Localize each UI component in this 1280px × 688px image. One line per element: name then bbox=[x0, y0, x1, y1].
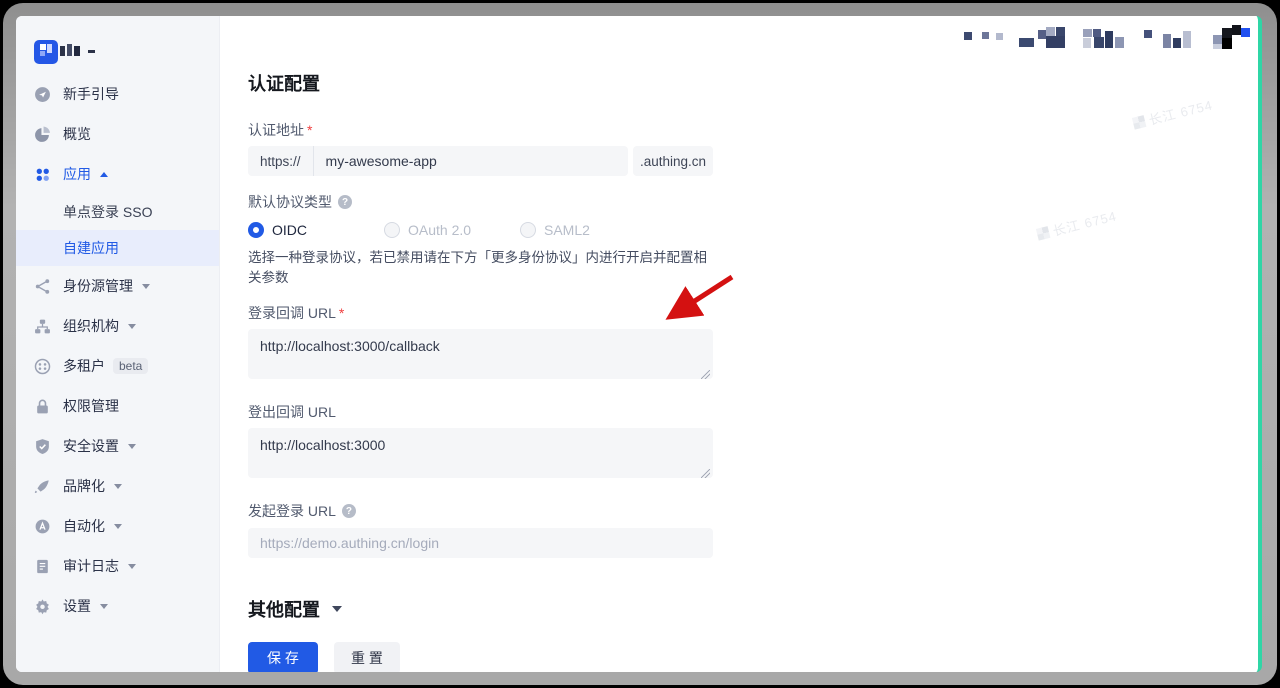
logout-callback-field: http://localhost:3000 bbox=[248, 428, 713, 483]
chevron-down-icon bbox=[128, 444, 136, 449]
sidebar-item-security[interactable]: 安全设置 bbox=[16, 426, 219, 466]
sidebar: 新手引导概览应用单点登录 SSO 自建应用身份源管理组织机构多租户 beta 权限管理… bbox=[16, 16, 220, 672]
radio-label: OAuth 2.0 bbox=[408, 222, 471, 238]
required-asterisk: * bbox=[307, 122, 312, 138]
sidebar-item-self-built-app[interactable]: 自建应用 bbox=[16, 230, 219, 266]
sidebar-item-label: 身份源管理 bbox=[63, 276, 133, 296]
sidebar-item-multi-tenant[interactable]: 多租户 beta bbox=[16, 346, 219, 386]
sidebar-item-settings[interactable]: 设置 bbox=[16, 586, 219, 626]
window-content: 新手引导概览应用单点登录 SSO 自建应用身份源管理组织机构多租户 beta 权限管理… bbox=[16, 16, 1262, 672]
sidebar-item-label: 单点登录 SSO bbox=[63, 202, 152, 222]
reset-button[interactable]: 重 置 bbox=[334, 642, 400, 672]
initiate-login-label: 发起登录 URL ? bbox=[248, 501, 713, 521]
chevron-down-icon bbox=[114, 484, 122, 489]
help-icon[interactable]: ? bbox=[342, 504, 356, 518]
auth-url-input[interactable] bbox=[314, 146, 628, 176]
auth-url-field: https:// .authing.cn bbox=[248, 146, 713, 176]
save-button[interactable]: 保 存 bbox=[248, 642, 318, 672]
logout-callback-textarea[interactable]: http://localhost:3000 bbox=[248, 428, 713, 478]
sidebar-item-label: 自动化 bbox=[63, 516, 105, 536]
share-icon bbox=[34, 278, 51, 295]
radio-oidc[interactable]: OIDC bbox=[248, 222, 384, 238]
login-callback-textarea[interactable]: http://localhost:3000/callback bbox=[248, 329, 713, 379]
sidebar-item-branding[interactable]: 品牌化 bbox=[16, 466, 219, 506]
resize-handle[interactable] bbox=[701, 469, 710, 478]
app-logo-icon bbox=[34, 40, 58, 64]
chevron-down-icon bbox=[114, 524, 122, 529]
paper-plane-icon bbox=[34, 86, 51, 103]
sidebar-item-automation[interactable]: 自动化 bbox=[16, 506, 219, 546]
sidebar-item-label: 权限管理 bbox=[63, 396, 119, 416]
audit-log-icon bbox=[34, 558, 51, 575]
chevron-down-icon bbox=[128, 324, 136, 329]
sidebar-item-label: 多租户 bbox=[63, 356, 105, 376]
auth-url-prefix: https:// bbox=[248, 146, 314, 176]
protocol-hint: 选择一种登录协议，若已禁用请在下方「更多身份协议」内进行开启并配置相关参数 bbox=[248, 246, 713, 286]
required-asterisk: * bbox=[339, 305, 344, 321]
sidebar-item-label: 自建应用 bbox=[63, 238, 119, 258]
radio-label: OIDC bbox=[272, 222, 307, 238]
sidebar-menu: 新手引导概览应用单点登录 SSO 自建应用身份源管理组织机构多租户 beta 权限管理… bbox=[16, 74, 219, 626]
shield-icon bbox=[34, 438, 51, 455]
auth-config-title-text: 认证配置 bbox=[248, 70, 320, 96]
pie-chart-icon bbox=[34, 126, 51, 143]
chevron-down-icon bbox=[100, 604, 108, 609]
radio-label: SAML2 bbox=[544, 222, 590, 238]
login-callback-label: 登录回调 URL* bbox=[248, 303, 713, 323]
other-config-title[interactable]: 其他配置 bbox=[248, 596, 713, 622]
sidebar-item-guide[interactable]: 新手引导 bbox=[16, 74, 219, 114]
brush-icon bbox=[34, 478, 51, 495]
sidebar-item-label: 品牌化 bbox=[63, 476, 105, 496]
chevron-down-icon bbox=[128, 564, 136, 569]
beta-badge: beta bbox=[113, 358, 148, 374]
sidebar-item-label: 审计日志 bbox=[63, 556, 119, 576]
sidebar-item-permissions[interactable]: 权限管理 bbox=[16, 386, 219, 426]
auth-url-label: 认证地址* bbox=[248, 120, 713, 140]
auth-url-suffix: .authing.cn bbox=[633, 146, 713, 176]
help-icon[interactable]: ? bbox=[338, 195, 352, 209]
auth-config-form: 认证配置 认证地址* https:// .authing.cn 默认协议类型 ? bbox=[248, 16, 713, 672]
logout-callback-label: 登出回调 URL bbox=[248, 402, 713, 422]
initiate-login-input[interactable] bbox=[248, 528, 713, 558]
protocol-type-label: 默认协议类型 ? bbox=[248, 192, 713, 212]
auth-url-group: https:// bbox=[248, 146, 628, 176]
sidebar-item-org[interactable]: 组织机构 bbox=[16, 306, 219, 346]
radio-dot-icon bbox=[520, 222, 536, 238]
sidebar-item-apps[interactable]: 应用 bbox=[16, 154, 219, 194]
app-grid-icon bbox=[34, 166, 51, 183]
chevron-up-icon bbox=[100, 172, 108, 177]
sidebar-item-label: 设置 bbox=[63, 596, 91, 616]
sidebar-item-sso[interactable]: 单点登录 SSO bbox=[16, 194, 219, 230]
sidebar-item-label: 概览 bbox=[63, 124, 91, 144]
automation-icon bbox=[34, 518, 51, 535]
sidebar-item-overview[interactable]: 概览 bbox=[16, 114, 219, 154]
sidebar-item-label: 安全设置 bbox=[63, 436, 119, 456]
tenant-icon bbox=[34, 358, 51, 375]
sidebar-item-label: 新手引导 bbox=[63, 84, 119, 104]
form-actions: 保 存 重 置 bbox=[248, 642, 713, 672]
org-chart-icon bbox=[34, 318, 51, 335]
login-callback-field: http://localhost:3000/callback bbox=[248, 329, 713, 384]
resize-handle[interactable] bbox=[701, 370, 710, 379]
sidebar-item-audit-log[interactable]: 审计日志 bbox=[16, 546, 219, 586]
gear-icon bbox=[34, 598, 51, 615]
chevron-down-icon bbox=[332, 606, 342, 612]
chevron-down-icon bbox=[142, 284, 150, 289]
protocol-radio-group: OIDC OAuth 2.0 SAML2 bbox=[248, 220, 713, 240]
auth-config-title: 认证配置 bbox=[248, 70, 713, 96]
radio-dot-icon bbox=[384, 222, 400, 238]
sidebar-item-label: 组织机构 bbox=[63, 316, 119, 336]
sidebar-item-label: 应用 bbox=[63, 164, 91, 184]
logo-row[interactable] bbox=[16, 16, 219, 74]
radio-dot-icon bbox=[248, 222, 264, 238]
screenshot-stage: 新手引导概览应用单点登录 SSO 自建应用身份源管理组织机构多租户 beta 权限管理… bbox=[0, 0, 1280, 688]
radio-saml2: SAML2 bbox=[520, 222, 656, 238]
sidebar-item-identity-sources[interactable]: 身份源管理 bbox=[16, 266, 219, 306]
lock-icon bbox=[34, 398, 51, 415]
radio-oauth-2-0: OAuth 2.0 bbox=[384, 222, 520, 238]
main-panel: 认证配置 认证地址* https:// .authing.cn 默认协议类型 ? bbox=[220, 16, 1258, 672]
